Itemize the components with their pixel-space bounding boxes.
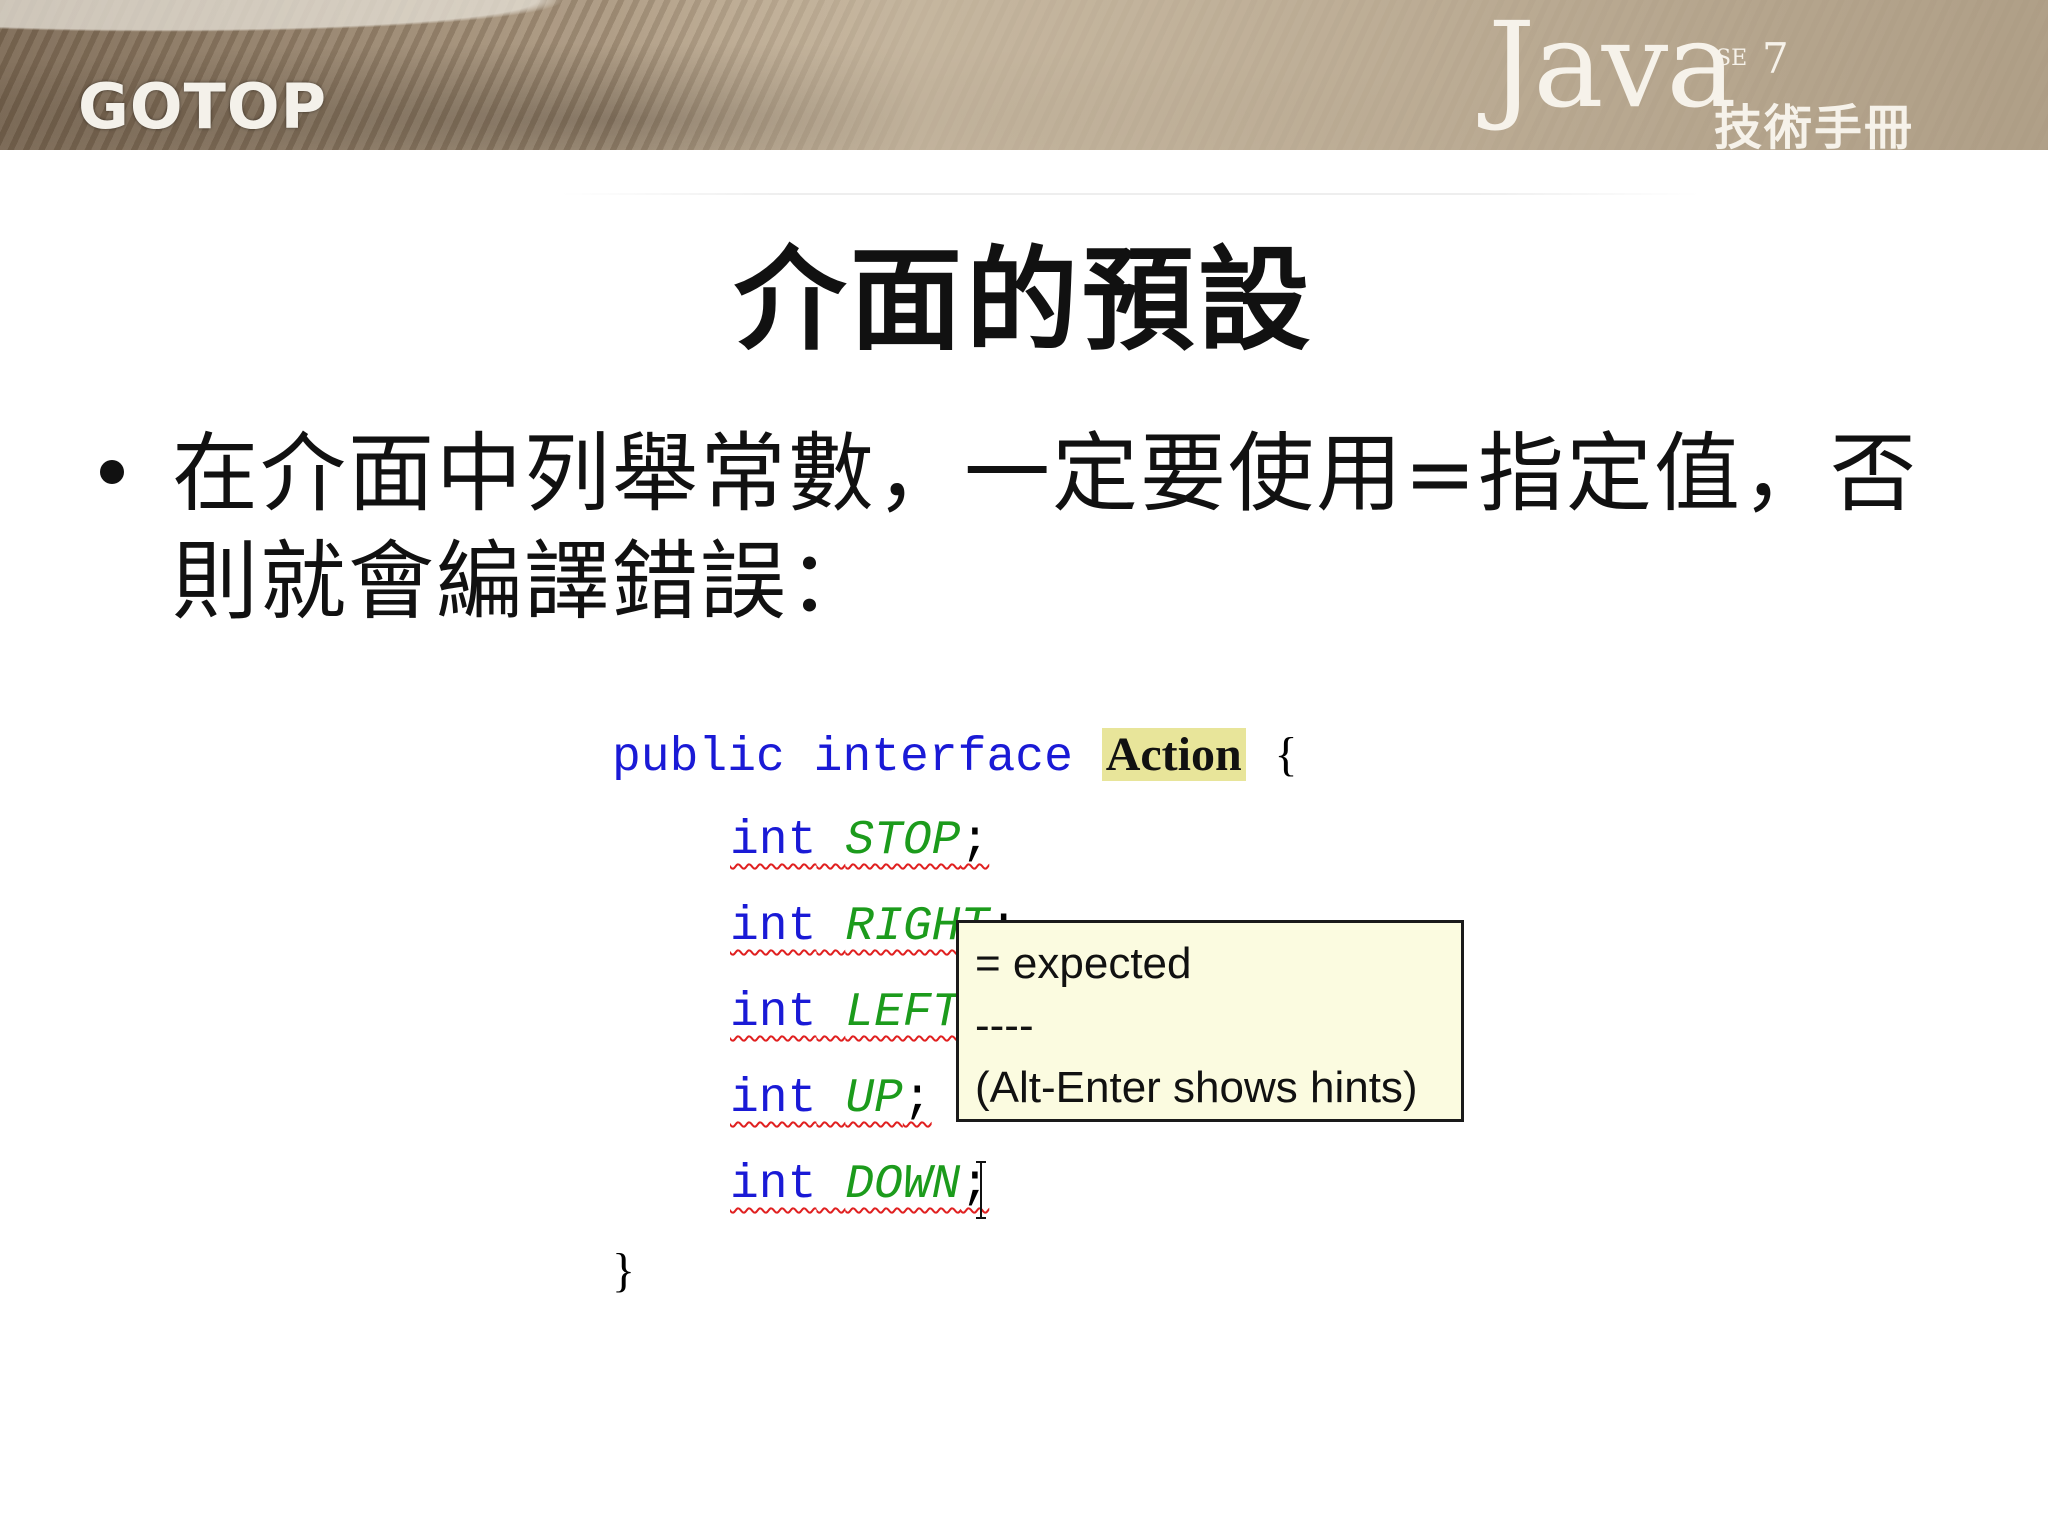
field-type: int xyxy=(730,1072,817,1126)
field-name: UP xyxy=(845,1072,903,1126)
field-name: DOWN xyxy=(845,1158,961,1212)
tooltip-separator: ---- xyxy=(975,1001,1034,1050)
field-semicolon: ; xyxy=(960,814,990,868)
text-cursor-icon xyxy=(976,1161,986,1219)
java-logo-version: 7 xyxy=(1762,34,1789,83)
close-brace: } xyxy=(612,1244,636,1297)
field-type: int xyxy=(730,986,817,1040)
slide-title: 介面的預設 xyxy=(734,236,1314,366)
field-name: LEFT xyxy=(845,986,961,1040)
java-book-logo: Java SE 7 技術手冊 xyxy=(1488,0,2008,150)
open-brace: { xyxy=(1274,728,1298,781)
field-name: STOP xyxy=(845,814,961,868)
code-line-declaration: public interface Action { xyxy=(612,712,1298,798)
gotop-logo: GOTOP xyxy=(78,70,328,143)
code-line-field: int DOWN; xyxy=(612,1142,1298,1228)
field-type: int xyxy=(730,814,817,868)
field-type: int xyxy=(730,900,817,954)
header-banner: GOTOP Java SE 7 技術手冊 xyxy=(0,0,2048,150)
field-semicolon: ; xyxy=(902,1072,932,1126)
slide: GOTOP Java SE 7 技術手冊 介面的預設 在介面中列舉常數，一定要使… xyxy=(0,0,2048,1536)
java-logo-word: Java xyxy=(1488,0,1737,134)
code-line-field: int STOP; xyxy=(612,798,1298,884)
java-logo-se: SE xyxy=(1716,46,1748,71)
tooltip-hint: (Alt-Enter shows hints) xyxy=(975,1063,1418,1112)
keyword-interface: interface xyxy=(813,731,1073,785)
keyword-public: public xyxy=(612,731,785,785)
divider xyxy=(560,193,1700,195)
interface-name: Action xyxy=(1101,728,1246,781)
field-type: int xyxy=(730,1158,817,1212)
java-logo-subtitle: 技術手冊 xyxy=(1714,100,1915,150)
bullet-icon xyxy=(100,460,124,484)
tooltip-message: = expected xyxy=(975,939,1192,988)
code-line-close: } xyxy=(612,1228,1298,1314)
error-tooltip: = expected ---- (Alt-Enter shows hints) xyxy=(956,920,1464,1122)
bullet-text: 在介面中列舉常數，一定要使用=指定值，否則就會編譯錯誤： xyxy=(172,424,1919,632)
